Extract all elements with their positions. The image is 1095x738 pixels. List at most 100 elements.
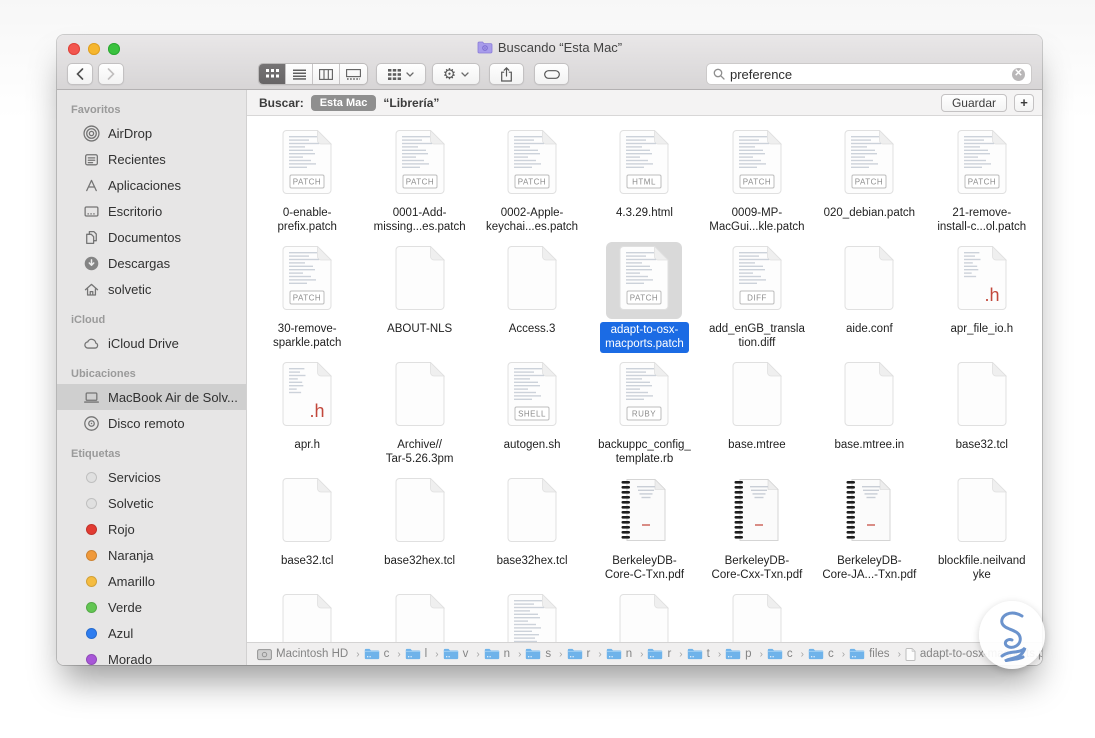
file-item[interactable]: Archive// Tar-5.26.3pm [363,350,475,466]
file-label: BerkeleyDB- Core-Cxx-Txn.pdf [711,555,803,582]
file-item[interactable]: ABOUT-NLS [363,234,475,350]
sidebar-item-tag-solvetic[interactable]: Solvetic [57,490,246,516]
search-input[interactable] [730,66,1007,82]
chevron-down-icon [406,71,414,77]
scope-libreria[interactable]: “Librería” [383,96,439,110]
sidebar-item-tag-naranja[interactable]: Naranja [57,542,246,568]
sidebar-section-title: Etiquetas [71,448,121,460]
file-grid: PATCH 0-enable- prefix.patch PATCH 0001-Add… [251,118,1038,642]
breadcrumb-label: n [503,648,511,660]
svg-text:PATCH: PATCH [293,178,321,187]
sidebar-item-tag-verde[interactable]: Verde [57,594,246,620]
sidebar-item-documentos[interactable]: Documentos [57,224,246,250]
sidebar-item-tag-azul[interactable]: Azul [57,620,246,646]
breadcrumb-separator: › [397,648,401,660]
sidebar-item-macbook-air[interactable]: MacBook Air de Solv... [57,384,246,410]
sidebar-item-icloud-drive[interactable]: iCloud Drive [57,330,246,356]
folder-icon [364,648,380,660]
sidebar-item-aplicaciones[interactable]: Aplicaciones [57,172,246,198]
breadcrumb-item[interactable]: c › [808,648,845,660]
file-item[interactable]: PATCH 21-remove- install-c...ol.patch [926,118,1038,234]
share-button[interactable] [489,63,524,85]
file-item[interactable]: PATCH 0002-Apple- keychai...es.patch [476,118,588,234]
file-item[interactable]: base32hex.tcl [476,466,588,582]
action-menu-button[interactable]: ⚙ [432,63,480,85]
file-item-partial[interactable] [476,582,588,642]
sidebar-item-recientes[interactable]: Recientes [57,146,246,172]
file-item[interactable]: PATCH 0-enable- prefix.patch [251,118,363,234]
file-item[interactable]: .h apr.h [251,350,363,466]
breadcrumb-item[interactable]: t › [687,648,721,660]
path-bar: Macintosh HD › c › l › v › n › s › r › n › r › t › p › c › c › fil… [247,642,1042,665]
breadcrumb-item[interactable]: r › [567,648,602,660]
search-field[interactable]: ✕ [706,63,1032,85]
add-criteria-button[interactable]: + [1014,93,1034,112]
sidebar-item-tag-rojo[interactable]: Rojo [57,516,246,542]
file-item[interactable]: HTML 4.3.29.html [588,118,700,234]
file-item[interactable]: BerkeleyDB- Core-C-Txn.pdf [588,466,700,582]
file-item[interactable]: RUBY backuppc_config_ template.rb [588,350,700,466]
sidebar-item-tag-amarillo[interactable]: Amarillo [57,568,246,594]
view-icons-button[interactable] [259,64,286,84]
file-item[interactable]: PATCH 30-remove- sparkle.patch [251,234,363,350]
sidebar-item-airdrop[interactable]: AirDrop [57,120,246,146]
breadcrumb-item[interactable]: p › [725,648,763,660]
file-item[interactable]: blockfile.neilvand yke [926,466,1038,582]
chevron-right-icon [107,68,115,80]
file-item[interactable]: .h apr_file_io.h [926,234,1038,350]
file-item[interactable]: aide.conf [813,234,925,350]
file-item[interactable]: SHELL autogen.sh [476,350,588,466]
group-menu-button[interactable] [376,63,426,85]
file-item[interactable]: PATCH 0009-MP- MacGui...kle.patch [701,118,813,234]
breadcrumb-item[interactable]: Macintosh HD › [257,648,360,661]
sidebar-section-title: iCloud [71,314,106,326]
tag-button[interactable] [534,63,569,85]
file-item[interactable]: BerkeleyDB- Core-Cxx-Txn.pdf [701,466,813,582]
view-list-button[interactable] [286,64,313,84]
file-item[interactable]: PATCH 0001-Add- missing...es.patch [363,118,475,234]
file-item-partial[interactable] [588,582,700,642]
file-item[interactable]: Access.3 [476,234,588,350]
sidebar-item-disco-remoto[interactable]: Disco remoto [57,410,246,436]
save-search-button[interactable]: Guardar [940,93,1007,112]
tag-icon [82,575,100,587]
file-item[interactable]: base32hex.tcl [363,466,475,582]
file-icon [494,242,570,319]
file-item[interactable]: PATCH adapt-to-osx- macports.patch [588,234,700,353]
file-item-partial[interactable] [251,582,363,642]
file-item[interactable]: base32.tcl [926,350,1038,466]
file-item[interactable]: base32.tcl [251,466,363,582]
view-columns-button[interactable] [313,64,340,84]
breadcrumb-item[interactable]: v › [443,648,480,660]
disc-icon [82,415,100,432]
forward-button[interactable] [98,63,124,85]
file-item[interactable]: PATCH 020_debian.patch [813,118,925,234]
breadcrumb-item[interactable]: s › [525,648,563,660]
breadcrumb-item[interactable]: c › [767,648,804,660]
sidebar-item-label: iCloud Drive [108,335,179,351]
back-button[interactable] [67,63,93,85]
breadcrumb-item[interactable]: l › [405,648,439,660]
sidebar-item-tag-servicios[interactable]: Servicios [57,464,246,490]
breadcrumb-item[interactable]: n › [606,648,643,660]
file-item[interactable]: DIFF add_enGB_transla tion.diff [701,234,813,350]
file-item-partial[interactable] [363,582,475,642]
breadcrumb-label: t [706,648,710,660]
sidebar-item-label: Azul [108,625,134,641]
breadcrumb-item[interactable]: c › [364,648,401,660]
view-coverflow-button[interactable] [340,64,367,84]
file-item[interactable]: base.mtree [701,350,813,466]
disk-icon [257,648,272,661]
sidebar-item-tag-morado[interactable]: Morado [57,646,246,665]
sidebar-item-descargas[interactable]: Descargas [57,250,246,276]
clear-search-icon[interactable]: ✕ [1012,67,1025,81]
file-item[interactable]: base.mtree.in [813,350,925,466]
sidebar-item-solvetic[interactable]: solvetic [57,276,246,302]
scope-esta-mac[interactable]: Esta Mac [310,94,377,111]
breadcrumb-item[interactable]: files › [849,648,901,660]
sidebar-item-escritorio[interactable]: Escritorio [57,198,246,224]
breadcrumb-item[interactable]: n › [484,648,521,660]
file-item[interactable]: BerkeleyDB- Core-JA...-Txn.pdf [813,466,925,582]
file-item-partial[interactable] [701,582,813,642]
breadcrumb-item[interactable]: r › [647,648,683,660]
